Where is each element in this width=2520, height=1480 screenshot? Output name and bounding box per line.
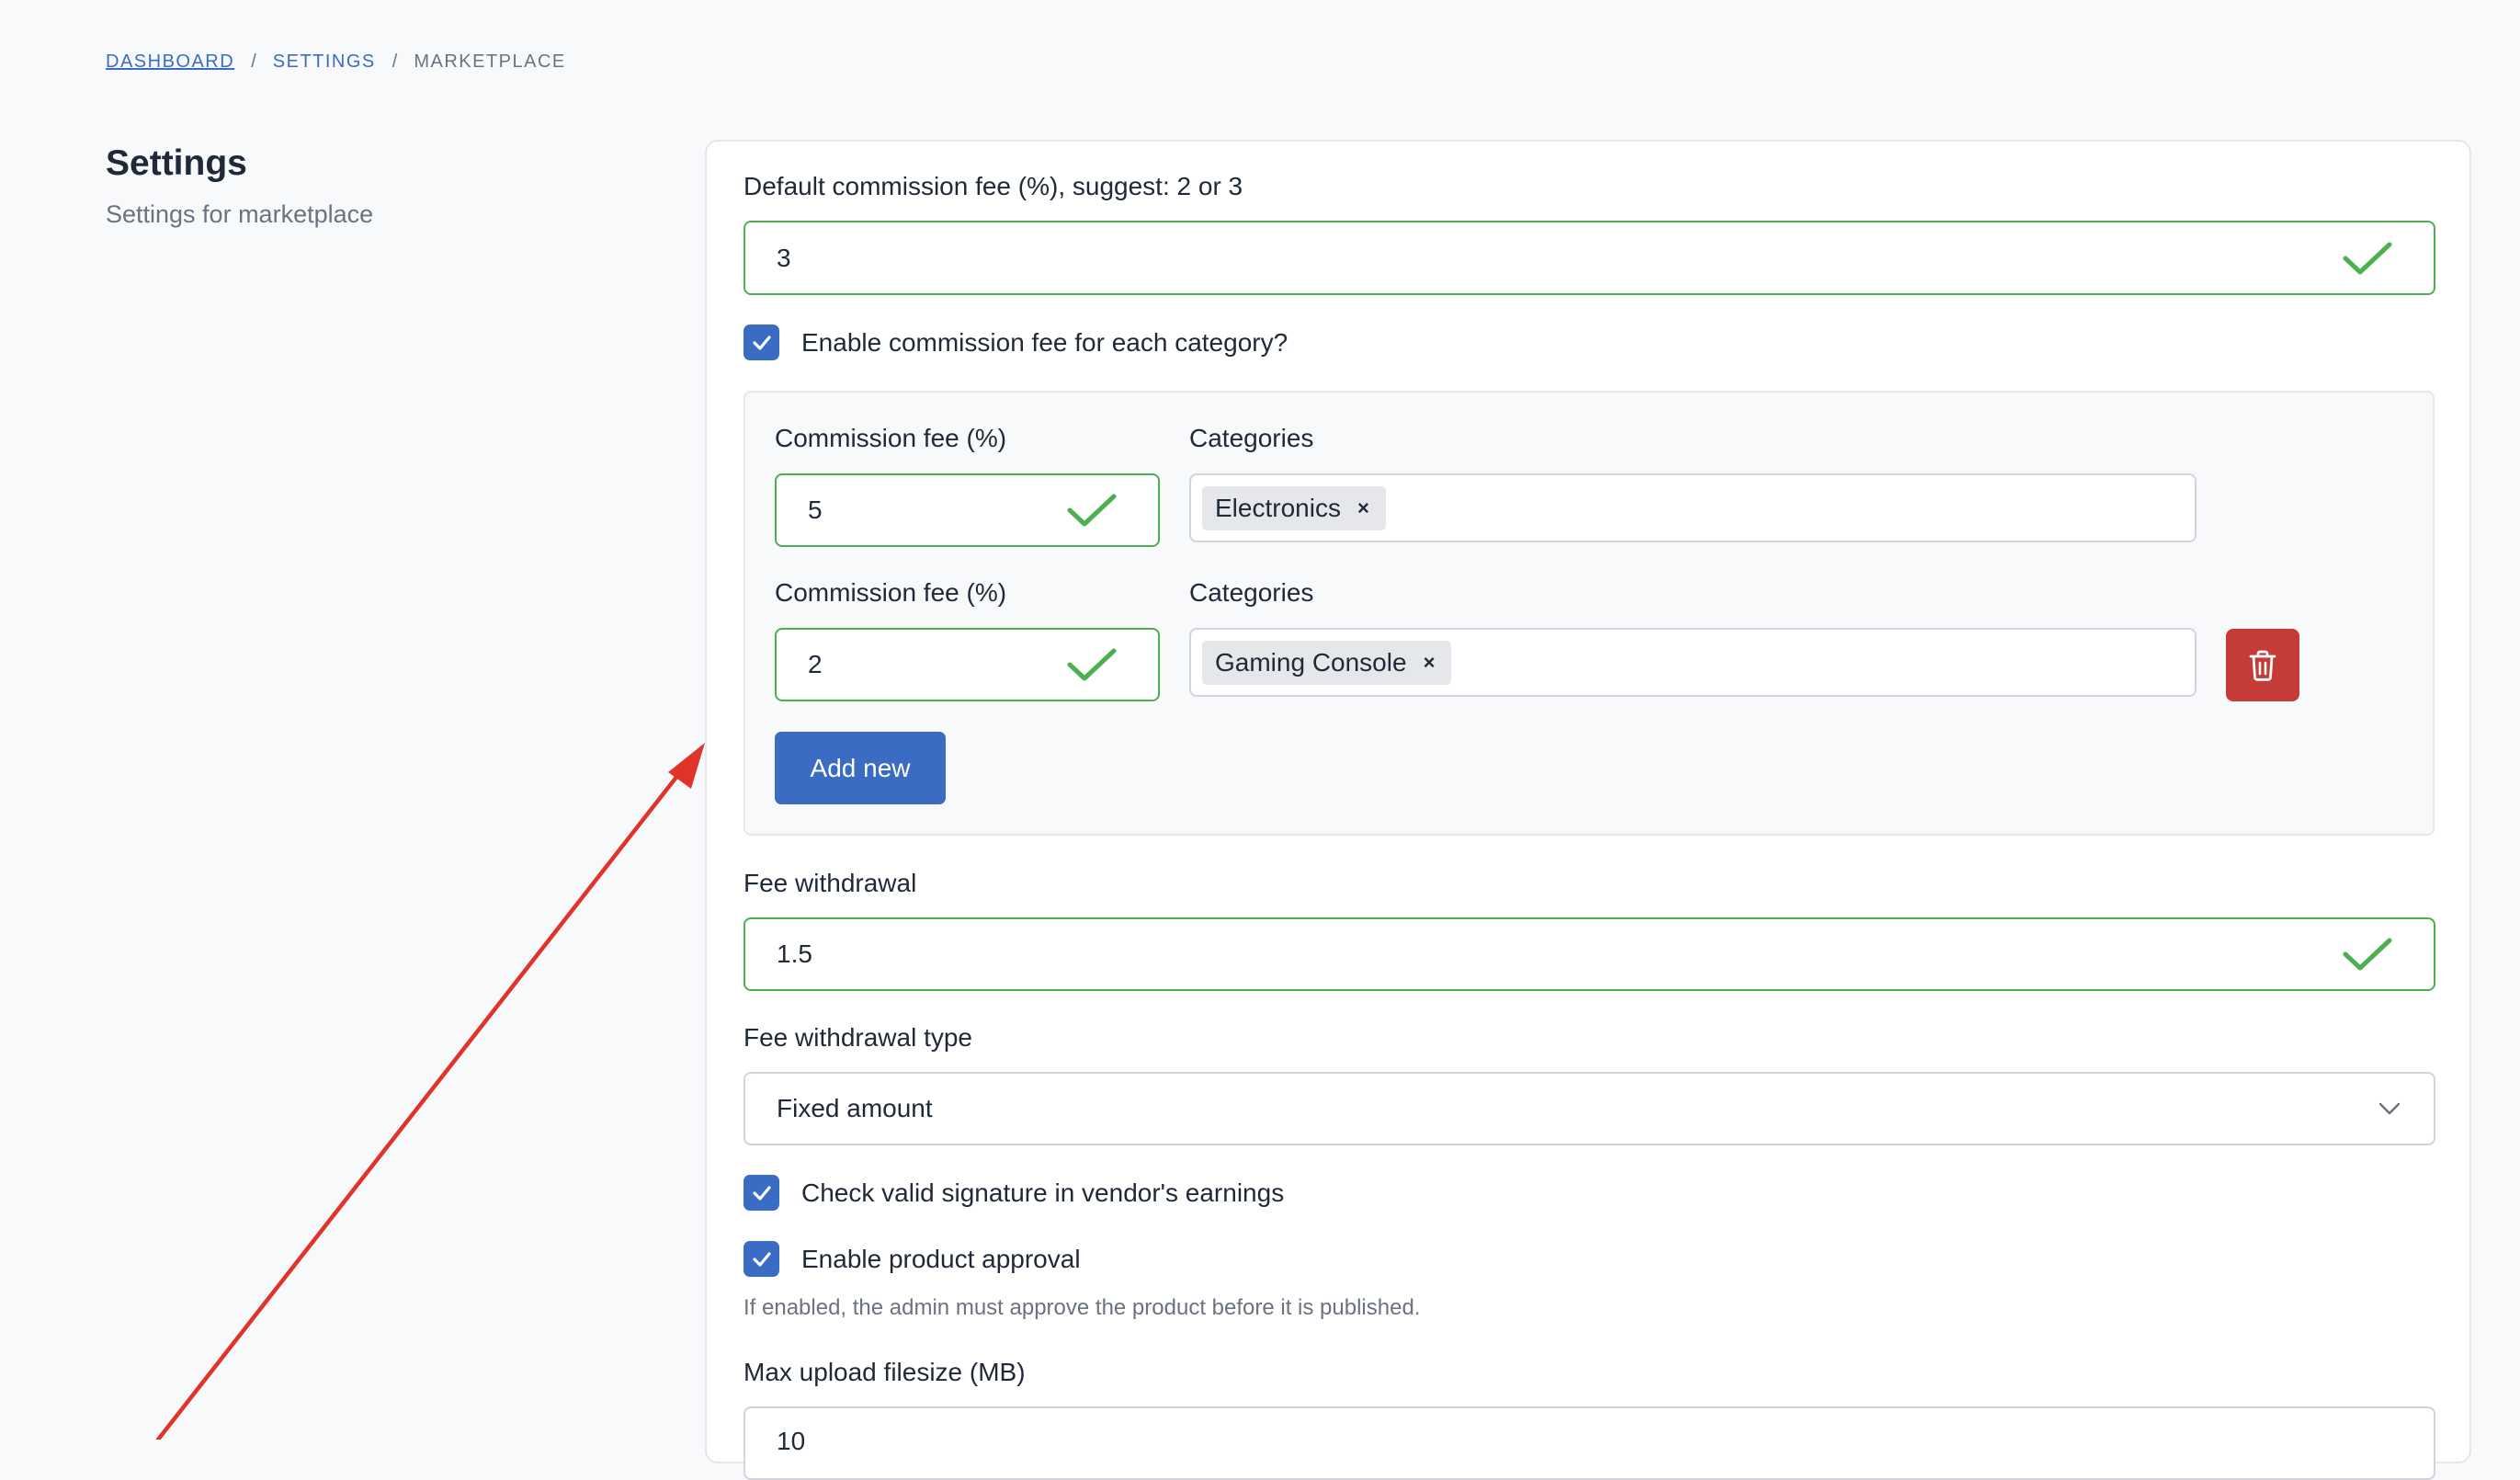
max-upload-value: 10	[777, 1427, 806, 1455]
breadcrumb-dashboard-link[interactable]: DASHBOARD	[106, 51, 234, 73]
section-header: Settings Settings for marketplace	[106, 143, 373, 229]
default-fee-input[interactable]: 3	[744, 221, 2435, 295]
breadcrumb-separator: /	[392, 51, 398, 72]
commission-fee-label: Commission fee (%)	[775, 424, 1007, 452]
product-approval-label: Enable product approval	[801, 1244, 1081, 1273]
enable-category-fee-label: Enable commission fee for each category?	[801, 327, 1288, 357]
categories-tag-input[interactable]: Electronics ×	[1189, 473, 2196, 542]
category-tag: Gaming Console ×	[1202, 640, 1452, 685]
page-subtitle: Settings for marketplace	[106, 200, 374, 228]
check-icon	[1067, 648, 1117, 681]
trash-icon	[2249, 650, 2276, 681]
category-fee-value: 5	[808, 495, 823, 524]
category-tag-label: Gaming Console	[1215, 647, 1407, 677]
categories-label: Categories	[1189, 578, 1314, 607]
breadcrumb: DASHBOARD / SETTINGS / MARKETPLACE	[106, 51, 566, 73]
fee-withdrawal-label: Fee withdrawal	[744, 869, 917, 897]
close-icon[interactable]: ×	[1424, 651, 1436, 675]
category-fee-input[interactable]: 5	[775, 473, 1160, 547]
category-fee-input[interactable]: 2	[775, 628, 1160, 701]
checkbox-check-icon[interactable]	[744, 1175, 779, 1211]
product-approval-checkbox[interactable]: Enable product approval	[744, 1241, 1081, 1277]
default-fee-label: Default commission fee (%), suggest: 2 o…	[744, 172, 1243, 200]
commission-fee-label: Commission fee (%)	[775, 578, 1007, 607]
delete-row-button[interactable]	[2226, 629, 2299, 701]
fee-withdrawal-input[interactable]: 1.5	[744, 917, 2435, 991]
check-icon	[2343, 242, 2392, 274]
check-icon	[2343, 938, 2392, 971]
product-approval-hint: If enabled, the admin must approve the p…	[744, 1295, 1421, 1320]
fee-withdrawal-type-select[interactable]: Fixed amount	[744, 1072, 2435, 1145]
category-tag-label: Electronics	[1215, 493, 1341, 522]
arrow-head	[668, 743, 705, 789]
check-signature-label: Check valid signature in vendor's earnin…	[801, 1178, 1285, 1207]
categories-label: Categories	[1189, 424, 1314, 452]
checkbox-check-icon[interactable]	[744, 324, 779, 360]
category-fees-panel	[744, 391, 2435, 836]
check-icon	[1067, 494, 1117, 527]
fee-withdrawal-type-label: Fee withdrawal type	[744, 1023, 973, 1052]
check-signature-checkbox[interactable]: Check valid signature in vendor's earnin…	[744, 1175, 1284, 1211]
category-tag: Electronics ×	[1202, 485, 1386, 530]
fee-withdrawal-type-value: Fixed amount	[777, 1094, 933, 1122]
default-fee-value: 3	[777, 243, 791, 272]
add-new-button[interactable]: Add new	[775, 732, 946, 804]
breadcrumb-settings-link[interactable]: SETTINGS	[273, 51, 376, 73]
fee-withdrawal-value: 1.5	[777, 939, 812, 968]
chevron-down-icon	[2378, 1102, 2401, 1115]
breadcrumb-current: MARKETPLACE	[414, 51, 566, 72]
max-upload-label: Max upload filesize (MB)	[744, 1358, 1026, 1386]
categories-tag-input[interactable]: Gaming Console ×	[1189, 628, 2196, 697]
checkbox-check-icon[interactable]	[744, 1241, 779, 1277]
category-fee-value: 2	[808, 650, 823, 678]
enable-category-fee-checkbox[interactable]: Enable commission fee for each category?	[744, 324, 1288, 360]
breadcrumb-separator: /	[251, 51, 256, 72]
page-title: Settings	[106, 143, 247, 183]
max-upload-input[interactable]: 10	[744, 1406, 2435, 1480]
close-icon[interactable]: ×	[1357, 496, 1369, 520]
